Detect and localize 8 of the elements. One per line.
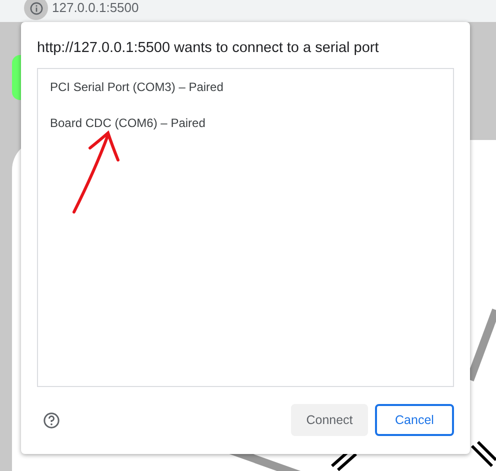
port-item[interactable]: Board CDC (COM6) – Paired [38, 113, 453, 149]
cancel-button[interactable]: Cancel [375, 404, 454, 436]
info-icon [30, 2, 42, 14]
dialog-title: http://127.0.0.1:5500 wants to connect to a serial port [37, 40, 380, 58]
port-item[interactable]: PCI Serial Port (COM3) – Paired [38, 77, 453, 113]
help-icon[interactable] [43, 412, 60, 428]
url-text[interactable]: 127.0.0.1:5500 [52, 0, 139, 14]
site-info-button[interactable] [24, 0, 48, 20]
